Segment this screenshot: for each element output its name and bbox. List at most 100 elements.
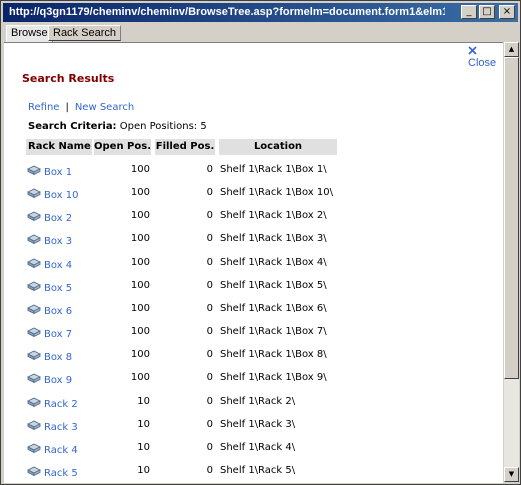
open-positions: 100 [130,233,150,244]
refine-link[interactable]: Refine [28,102,59,113]
rack-name-link[interactable]: Box 8 [44,352,72,363]
rack-icon [27,397,41,407]
rack-icon [27,258,41,268]
window-title: http://q3gn1179/cheminv/cheminv/BrowseTr… [9,6,445,18]
rack-name-link[interactable]: Box 10 [44,190,79,201]
close-x-icon [468,46,477,55]
action-links: Refine | New Search [28,102,134,113]
rack-name-link[interactable]: Rack 3 [44,422,78,433]
close-link[interactable]: Close [468,45,503,69]
rack-name-link[interactable]: Rack 2 [44,399,78,410]
location-path: Shelf 1\Rack 1\Box 9\ [220,372,327,383]
link-separator: | [65,102,69,113]
criteria-label: Search Criteria: [28,121,117,132]
table-row: Box 8 100 0 Shelf 1\Rack 1\Box 8\ [4,347,503,370]
minimize-button[interactable]: _ [461,5,477,19]
open-positions: 100 [130,164,150,175]
location-path: Shelf 1\Rack 1\Box 4\ [220,257,327,268]
filled-positions: 0 [206,164,213,175]
location-path: Shelf 1\Rack 5\ [220,465,296,476]
close-link-label: Close [468,57,497,69]
table-row: Rack 4 10 0 Shelf 1\Rack 4\ [4,440,503,463]
column-header-rack-name: Rack Name [26,139,92,155]
open-positions: 10 [137,419,150,430]
table-row: Box 5 100 0 Shelf 1\Rack 1\Box 5\ [4,278,503,301]
scroll-up-button[interactable]: ▲ [504,42,519,57]
rack-icon [27,211,41,221]
open-positions: 100 [130,257,150,268]
table-row: Box 1 100 0 Shelf 1\Rack 1\Box 1\ [4,162,503,185]
rack-icon [27,188,41,198]
filled-positions: 0 [206,349,213,360]
table-row: Box 4 100 0 Shelf 1\Rack 1\Box 4\ [4,255,503,278]
rack-name-link[interactable]: Box 1 [44,167,72,178]
filled-positions: 0 [206,419,213,430]
filled-positions: 0 [206,396,213,407]
rack-icon [27,350,41,360]
scroll-thumb[interactable] [504,57,519,379]
criteria-value: Open Positions: 5 [119,121,207,132]
filled-positions: 0 [206,326,213,337]
table-row: Box 7 100 0 Shelf 1\Rack 1\Box 7\ [4,324,503,347]
rack-name-link[interactable]: Box 3 [44,236,72,247]
rack-name-link[interactable]: Rack 4 [44,445,78,456]
location-path: Shelf 1\Rack 1\Box 6\ [220,303,327,314]
rack-icon [27,373,41,383]
table-row: Box 3 100 0 Shelf 1\Rack 1\Box 3\ [4,231,503,254]
open-positions: 100 [130,280,150,291]
open-positions: 100 [130,303,150,314]
location-path: Shelf 1\Rack 1\Box 8\ [220,349,327,360]
open-positions: 100 [130,326,150,337]
table-row: Rack 2 10 0 Shelf 1\Rack 2\ [4,394,503,417]
tab-browse[interactable]: Browse [6,25,53,42]
filled-positions: 0 [206,280,213,291]
rack-name-link[interactable]: Box 7 [44,329,72,340]
table-row: Box 6 100 0 Shelf 1\Rack 1\Box 6\ [4,301,503,324]
window-close-button[interactable]: × [499,5,515,19]
filled-positions: 0 [206,303,213,314]
rack-icon [27,304,41,314]
rack-icon [27,443,41,453]
filled-positions: 0 [206,233,213,244]
vertical-scrollbar[interactable]: ▲ ▼ [504,42,519,482]
location-path: Shelf 1\Rack 2\ [220,396,296,407]
rack-icon [27,327,41,337]
open-positions: 10 [137,465,150,476]
maximize-button[interactable]: □ [479,5,495,19]
page-heading: Search Results [22,72,115,85]
rack-name-link[interactable]: Box 5 [44,283,72,294]
rack-icon [27,234,41,244]
content-area: Close Search Results Refine | New Search S… [4,42,503,483]
open-positions: 100 [130,372,150,383]
search-criteria: Search Criteria: Open Positions: 5 [28,121,207,132]
open-positions: 100 [130,210,150,221]
filled-positions: 0 [206,187,213,198]
rack-icon [27,165,41,175]
tab-rack-search[interactable]: Rack Search [48,25,121,41]
rack-name-link[interactable]: Rack 5 [44,468,78,479]
location-path: Shelf 1\Rack 4\ [220,442,296,453]
scroll-down-button[interactable]: ▼ [504,467,519,482]
location-path: Shelf 1\Rack 3\ [220,419,296,430]
rack-icon [27,420,41,430]
filled-positions: 0 [206,465,213,476]
new-search-link[interactable]: New Search [75,102,134,113]
open-positions: 10 [137,442,150,453]
open-positions: 100 [130,187,150,198]
tab-bar: Browse Rack Search [3,24,518,42]
rack-name-link[interactable]: Box 9 [44,375,72,386]
rack-name-link[interactable]: Box 4 [44,260,72,271]
column-header-open-pos: Open Pos. [94,139,151,155]
column-header-location: Location [219,139,337,155]
rack-icon [27,281,41,291]
location-path: Shelf 1\Rack 1\Box 2\ [220,210,327,221]
open-positions: 100 [130,349,150,360]
rack-name-link[interactable]: Box 2 [44,213,72,224]
table-row: Box 2 100 0 Shelf 1\Rack 1\Box 2\ [4,208,503,231]
rack-name-link[interactable]: Box 6 [44,306,72,317]
table-row: Box 9 100 0 Shelf 1\Rack 1\Box 9\ [4,370,503,393]
rack-icon [27,466,41,476]
title-bar[interactable]: http://q3gn1179/cheminv/cheminv/BrowseTr… [3,3,518,22]
browser-popup-window: http://q3gn1179/cheminv/cheminv/BrowseTr… [0,0,521,485]
table-row: Rack 5 10 0 Shelf 1\Rack 5\ [4,463,503,483]
